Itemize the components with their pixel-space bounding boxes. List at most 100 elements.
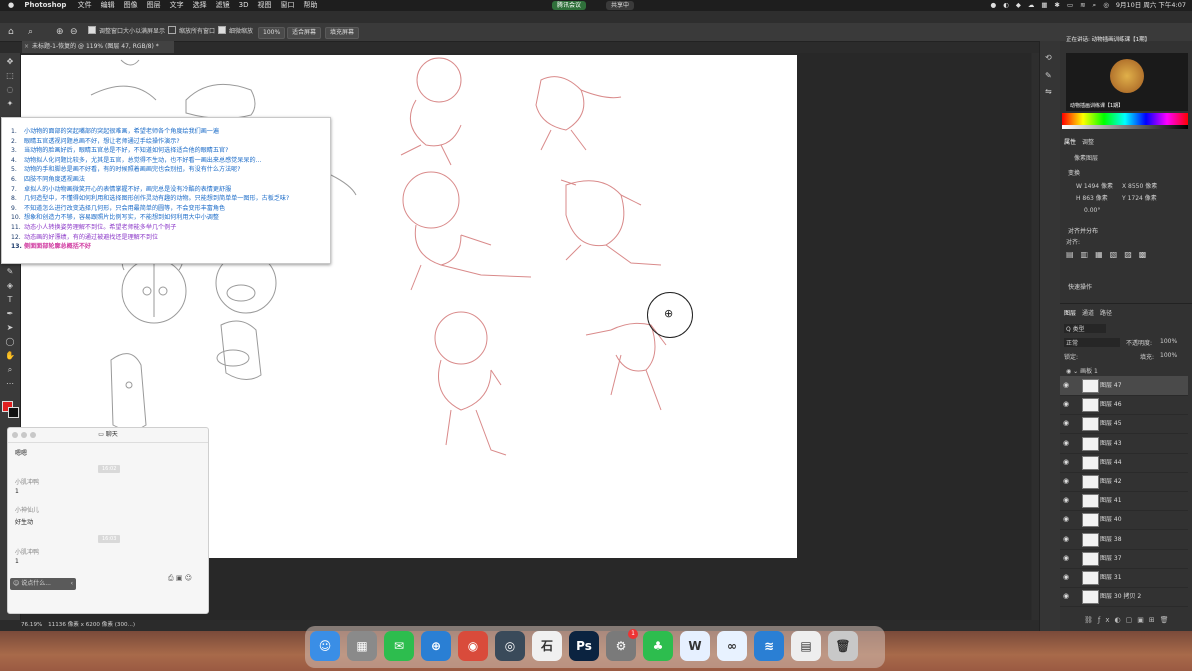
sharing-pill[interactable]: 共享中 — [606, 1, 635, 10]
eye-icon[interactable]: ◉ — [1066, 368, 1071, 375]
dock-finder-icon[interactable]: ☺ — [310, 631, 340, 661]
resize-windows-checkbox[interactable]: 调整窗口大小以满屏显示 — [88, 23, 165, 41]
history-icon[interactable]: ⟲ — [1045, 53, 1052, 62]
home-icon[interactable]: ⌂ — [8, 23, 14, 41]
brush-tool-icon[interactable]: ✎ — [4, 267, 16, 277]
bluetooth-icon[interactable]: ✱ — [1054, 0, 1059, 11]
file-icon[interactable]: ⎙ — [168, 574, 174, 582]
marquee-tool-icon[interactable]: ⬚ — [4, 71, 16, 81]
scrubby-zoom-checkbox[interactable]: 细微缩放 — [218, 23, 253, 41]
menu-item[interactable]: 3D — [239, 1, 249, 9]
eye-icon[interactable]: ◉ — [1063, 496, 1069, 504]
dock-preview-icon[interactable]: ▤ — [791, 631, 821, 661]
close-window-icon[interactable] — [12, 432, 18, 438]
control-center-icon[interactable]: ◎ — [1103, 0, 1109, 11]
vertical-scrollbar[interactable] — [1032, 53, 1039, 620]
color-spectrum[interactable] — [1062, 113, 1188, 125]
tab-adjustments[interactable]: 调整 — [1082, 137, 1094, 146]
status-zoom[interactable]: 76.19% — [21, 622, 42, 628]
layer-row[interactable]: ◉ 图层 30 拷贝 2 — [1060, 587, 1188, 608]
layer-row[interactable]: ◉ 图层 31 — [1060, 568, 1188, 588]
zoom-out-icon[interactable]: ⊖ — [70, 23, 78, 41]
move-tool-icon[interactable]: ✥ — [4, 57, 16, 67]
menu-item[interactable]: 滤镜 — [216, 1, 230, 9]
menu-item[interactable]: 文件 — [78, 1, 92, 9]
layer-row[interactable]: ◉ 图层 37 — [1060, 549, 1188, 569]
status-doc-size[interactable]: 11136 像素 x 6200 像素 (300...) — [48, 622, 135, 628]
chevron-down-icon[interactable]: ⌄ — [1073, 368, 1078, 375]
dock-photoshop-icon[interactable]: Ps — [569, 631, 599, 661]
layer-row[interactable]: ◉ 图层 42 — [1060, 472, 1188, 492]
eraser-tool-icon[interactable]: ◈ — [4, 281, 16, 291]
wifi-icon[interactable]: ≋ — [1080, 0, 1085, 11]
menu-item[interactable]: 编辑 — [101, 1, 115, 9]
emoji-icon[interactable]: ☺ — [13, 580, 19, 587]
layer-row[interactable]: ◉ 图层 45 — [1060, 414, 1188, 435]
fill-value[interactable]: 100% — [1160, 352, 1177, 359]
hand-tool-icon[interactable]: ✋ — [4, 351, 16, 361]
zoom-window-icon[interactable] — [30, 432, 36, 438]
group-row[interactable]: ◉ ⌄ 画板 1 — [1066, 366, 1098, 375]
tab-properties[interactable]: 属性 — [1064, 137, 1076, 146]
eye-icon[interactable]: ◉ — [1063, 381, 1069, 389]
eye-icon[interactable]: ◉ — [1063, 477, 1069, 485]
tool-icon[interactable]: ◐ — [1003, 0, 1009, 11]
dock-quicktime-icon[interactable]: ◎ — [495, 631, 525, 661]
menu-item[interactable]: 视图 — [257, 1, 271, 9]
menu-item[interactable]: 文字 — [170, 1, 184, 9]
member-icon[interactable]: ☺ — [185, 574, 192, 582]
zoom-all-checkbox[interactable]: 缩放所有窗口 — [168, 23, 215, 41]
zoom-tool-panel-icon[interactable]: ⌕ — [4, 365, 16, 375]
cloud-icon[interactable]: ☁ — [1028, 0, 1035, 11]
tab-paths[interactable]: 路径 — [1100, 308, 1112, 317]
eye-icon[interactable]: ◉ — [1063, 439, 1069, 447]
minimize-window-icon[interactable] — [21, 432, 27, 438]
eye-icon[interactable]: ◉ — [1063, 573, 1069, 581]
eye-icon[interactable]: ◉ — [1063, 515, 1069, 523]
dock-chrome-icon[interactable]: ◉ — [458, 631, 488, 661]
layer-row[interactable]: ◉ 图层 40 — [1060, 510, 1188, 531]
align-buttons[interactable]: ▤▥▦▧▨▩ — [1066, 250, 1153, 259]
zoom-100-button[interactable]: 100% — [258, 27, 286, 39]
dock-launchpad-icon[interactable]: ▦ — [347, 631, 377, 661]
dock-trash-icon[interactable]: 🗑 — [828, 631, 858, 661]
dock-shimo-icon[interactable]: 石 — [532, 631, 562, 661]
angle-value[interactable]: 0.00° — [1084, 207, 1100, 214]
share-icon[interactable]: ◆ — [1016, 0, 1021, 11]
clock[interactable]: 9月10日 周六 下午4:07 — [1116, 0, 1186, 11]
fit-screen-button[interactable]: 适合屏幕 — [287, 27, 322, 39]
screenshot-icon[interactable]: ▣ — [176, 574, 183, 582]
apple-icon[interactable]: ● — [8, 1, 14, 9]
background-color-swatch[interactable] — [8, 407, 19, 418]
zoom-tool-icon[interactable]: ⌕ — [28, 23, 33, 41]
zoom-in-icon[interactable]: ⊕ — [56, 23, 64, 41]
app-menu[interactable]: Photoshop — [24, 1, 66, 9]
adjust-icon[interactable]: ⇋ — [1045, 87, 1052, 96]
tab-layers[interactable]: 图层 — [1064, 308, 1076, 317]
height-value[interactable]: H 863 像素 — [1076, 193, 1108, 202]
close-tab-icon[interactable]: × — [24, 41, 29, 53]
dock-safari-icon[interactable]: ⊕ — [421, 631, 451, 661]
menu-item[interactable]: 图像 — [124, 1, 138, 9]
eye-icon[interactable]: ◉ — [1063, 458, 1069, 466]
search-icon[interactable]: ⌕ — [1093, 0, 1097, 11]
shape-tool-icon[interactable]: ◯ — [4, 337, 16, 347]
eye-icon[interactable]: ◉ — [1063, 535, 1069, 543]
menu-item[interactable]: 图层 — [147, 1, 161, 9]
collapse-chevron-icon[interactable]: ‹ — [71, 578, 73, 590]
menu-item[interactable]: 帮助 — [303, 1, 317, 9]
grayscale-ramp[interactable] — [1062, 125, 1188, 129]
eye-icon[interactable]: ◉ — [1063, 554, 1069, 562]
chat-input[interactable]: ☺ 说点什么... ‹ — [10, 578, 76, 590]
layer-row[interactable]: ◉ 图层 46 — [1060, 395, 1188, 416]
type-tool-icon[interactable]: T — [4, 295, 16, 305]
width-value[interactable]: W 1494 像素 — [1076, 181, 1113, 190]
menu-item[interactable]: 选择 — [193, 1, 207, 9]
layer-panel-footer[interactable]: ⛓ƒx◐▢▣⊞🗑 — [1084, 616, 1174, 624]
fill-screen-button[interactable]: 填充屏幕 — [325, 27, 360, 39]
tab-channels[interactable]: 通道 — [1082, 308, 1094, 317]
eye-icon[interactable]: ◉ — [1063, 419, 1069, 427]
dock-baidu-netdisk-icon[interactable]: ∞ — [717, 631, 747, 661]
layer-row[interactable]: ◉ 图层 47 — [1060, 376, 1188, 396]
blend-mode-select[interactable]: 正常 — [1064, 338, 1120, 347]
